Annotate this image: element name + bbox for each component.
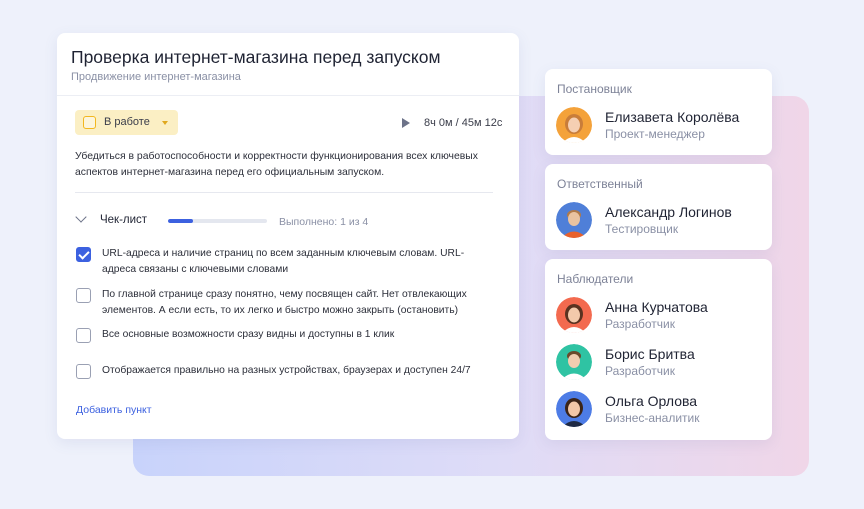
- play-icon[interactable]: [402, 118, 410, 128]
- checklist-progress-fill: [168, 219, 193, 223]
- avatar: [556, 391, 592, 427]
- task-project-link[interactable]: Продвижение интернет-магазина: [71, 71, 241, 83]
- divider: [57, 95, 519, 96]
- person-role: Бизнес-аналитик: [605, 411, 700, 425]
- avatar: [556, 202, 592, 238]
- person-observer[interactable]: Ольга Орлова Бизнес-аналитик: [556, 391, 766, 429]
- time-tracker: 8ч 0м / 45м 12с: [424, 117, 503, 129]
- checklist-title: Чек-лист: [100, 214, 148, 226]
- observers-card: Наблюдатели Анна Курчатова Разработчик Б…: [545, 259, 772, 440]
- chevron-down-icon[interactable]: [75, 211, 87, 223]
- checklist-item-text: Отображается правильно на разных устройс…: [102, 365, 471, 376]
- checkbox[interactable]: [76, 288, 91, 303]
- checklist-progress-bar: [168, 219, 267, 223]
- status-square-icon: [83, 116, 96, 129]
- person-name: Елизавета Королёва: [605, 109, 740, 125]
- person-role: Разработчик: [605, 364, 675, 378]
- avatar: [556, 344, 592, 380]
- person-name: Борис Бритва: [605, 346, 695, 362]
- assigner-card: Постановщик Елизавета Королёва Проект-ме…: [545, 69, 772, 155]
- task-card: Проверка интернет-магазина перед запуско…: [57, 33, 519, 439]
- person-responsible[interactable]: Александр Логинов Тестировщик: [556, 202, 766, 240]
- checklist-done-count: Выполнено: 1 из 4: [279, 216, 369, 228]
- checklist-item-text: Все основные возможности сразу видны и д…: [102, 329, 395, 340]
- responsible-card: Ответственный Александр Логинов Тестиров…: [545, 164, 772, 250]
- checklist-item-text: По главной странице сразу понятно, чему …: [102, 289, 467, 316]
- status-label: В работе: [104, 116, 150, 128]
- checkbox[interactable]: [76, 364, 91, 379]
- status-dropdown[interactable]: В работе: [75, 110, 178, 135]
- assigner-heading: Постановщик: [557, 82, 632, 96]
- checklist-item-text: URL-адреса и наличие страниц по всем зад…: [102, 248, 465, 275]
- checkbox[interactable]: [76, 247, 91, 262]
- checkbox[interactable]: [76, 328, 91, 343]
- avatar: [556, 297, 592, 333]
- person-assigner[interactable]: Елизавета Королёва Проект-менеджер: [556, 107, 766, 145]
- task-description: Убедиться в работоспособности и корректн…: [75, 151, 478, 178]
- avatar: [556, 107, 592, 143]
- person-observer[interactable]: Анна Курчатова Разработчик: [556, 297, 766, 335]
- divider: [75, 192, 493, 193]
- person-role: Разработчик: [605, 317, 675, 331]
- responsible-heading: Ответственный: [557, 177, 643, 191]
- person-name: Александр Логинов: [605, 204, 732, 220]
- person-role: Проект-менеджер: [605, 127, 705, 141]
- task-title: Проверка интернет-магазина перед запуско…: [71, 47, 441, 67]
- chevron-down-icon: [162, 121, 168, 125]
- person-name: Ольга Орлова: [605, 393, 698, 409]
- person-observer[interactable]: Борис Бритва Разработчик: [556, 344, 766, 382]
- person-role: Тестировщик: [605, 222, 679, 236]
- add-checklist-item-link[interactable]: Добавить пункт: [76, 404, 152, 416]
- person-name: Анна Курчатова: [605, 299, 708, 315]
- observers-heading: Наблюдатели: [557, 272, 634, 286]
